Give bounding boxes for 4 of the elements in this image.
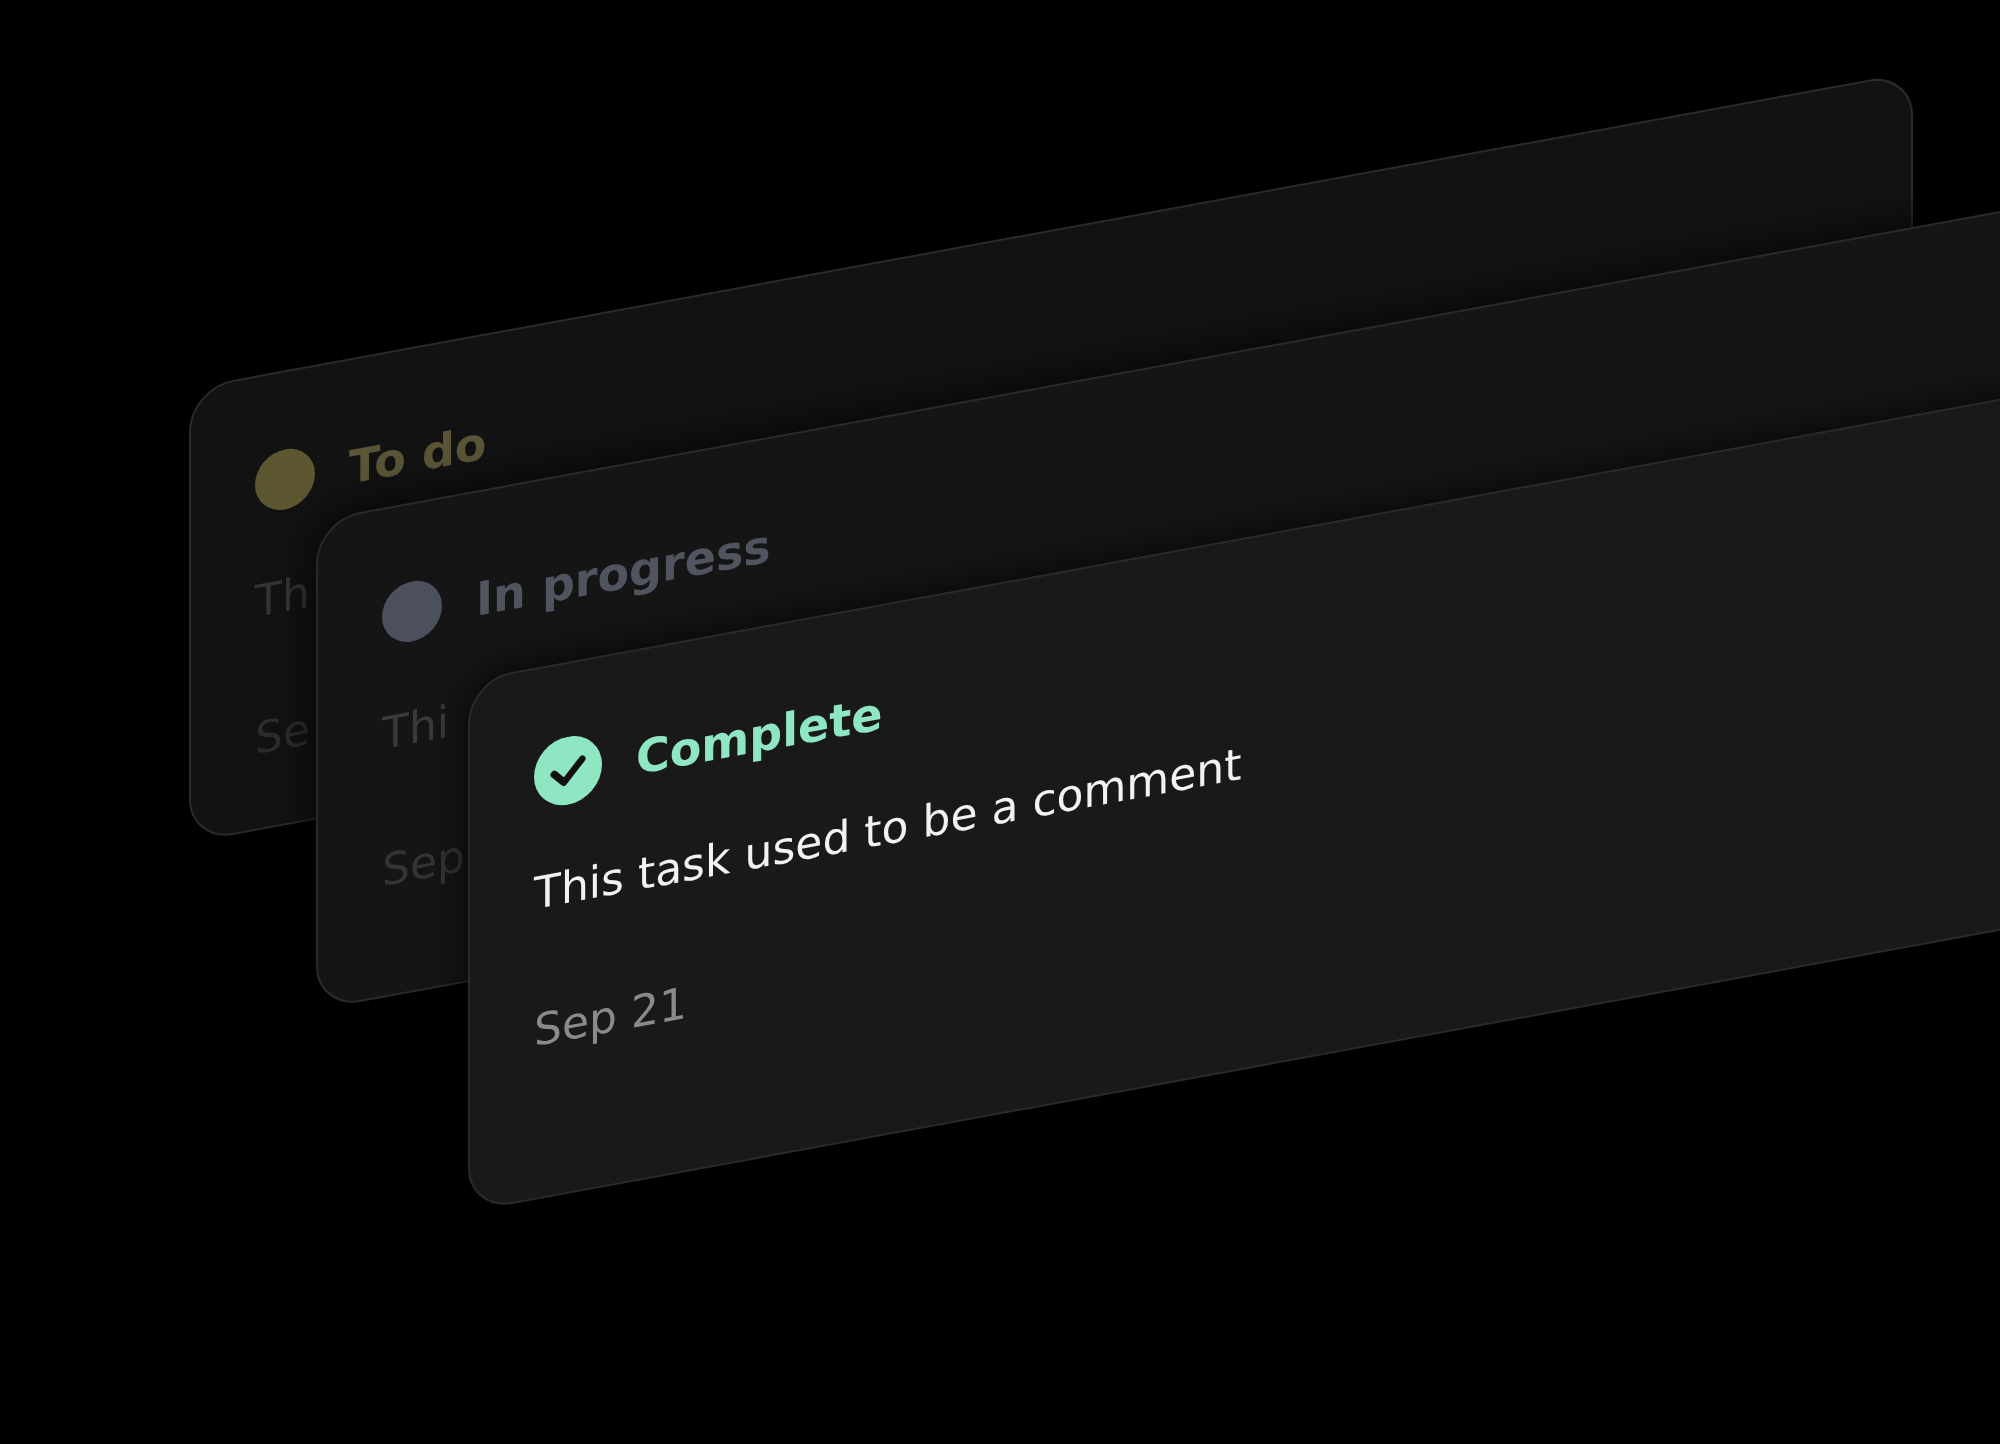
status-label: In progress xyxy=(476,518,771,627)
status-label: Complete xyxy=(636,685,883,786)
status-label: To do xyxy=(349,415,487,495)
due-date: Sep 21 xyxy=(534,976,687,1056)
